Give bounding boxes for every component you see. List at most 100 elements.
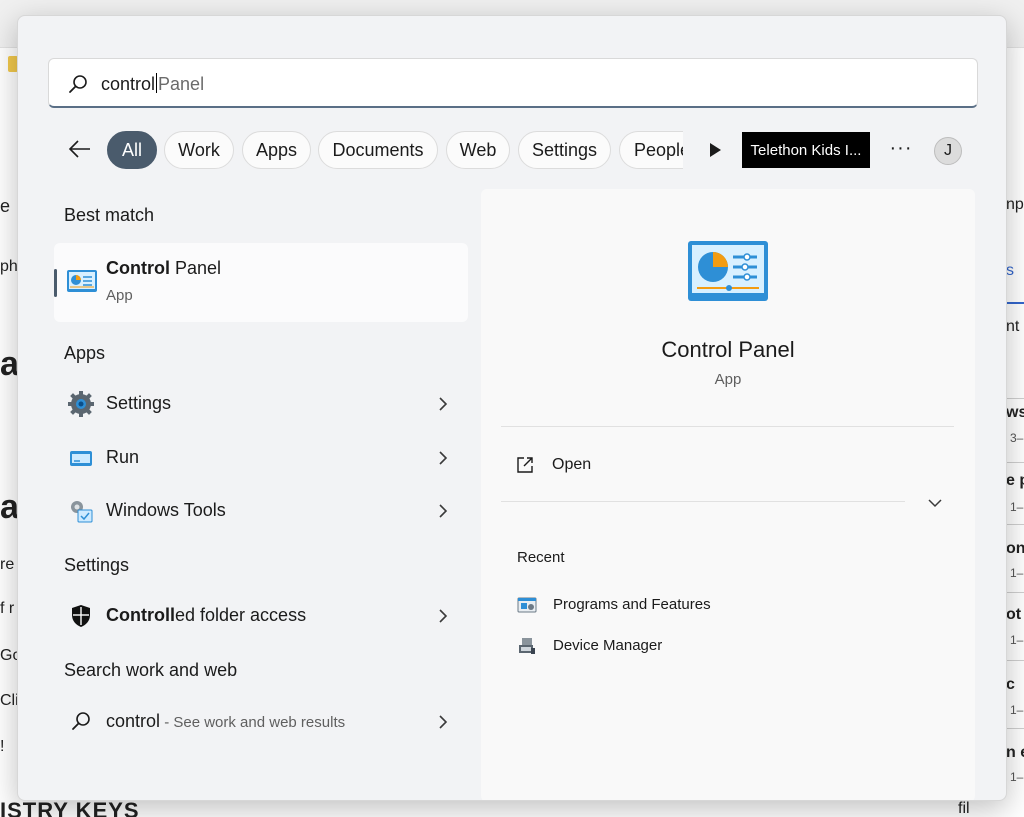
settings-gear-icon: [68, 391, 94, 417]
results-list: Best match Control Panel App Apps Settin…: [18, 186, 478, 800]
background-text: ph: [0, 258, 18, 275]
back-arrow-icon[interactable]: [66, 135, 94, 163]
background-text: on: [1006, 540, 1024, 557]
background-text: c: [1006, 676, 1015, 693]
background-divider: [1004, 592, 1024, 593]
search-suggestion: Panel: [158, 74, 205, 94]
search-filter-bar: All Work Apps Documents Web Settings Peo…: [58, 129, 998, 171]
setting-result-controlled-folder-access[interactable]: Controlled folder access: [64, 595, 454, 635]
chevron-right-icon: [439, 397, 448, 411]
background-text: 1–: [1010, 703, 1024, 717]
web-search-result[interactable]: control - See work and web results: [64, 701, 454, 741]
best-match-control-panel[interactable]: Control Panel App: [54, 243, 468, 322]
background-text: 1–: [1010, 500, 1024, 514]
background-text: npo: [1006, 196, 1024, 213]
web-search-query: control: [106, 711, 161, 731]
background-text: 1–: [1010, 633, 1024, 647]
background-text: ot: [1006, 606, 1022, 623]
filter-chip-all[interactable]: All: [107, 131, 157, 169]
background-divider: [1004, 398, 1024, 399]
background-text: nt: [1006, 318, 1020, 335]
control-panel-large-icon: [688, 241, 768, 301]
run-icon: [70, 451, 92, 466]
background-text: n e: [1006, 744, 1024, 761]
more-options-button[interactable]: ···: [888, 136, 914, 164]
details-divider: [501, 501, 905, 502]
app-result-label: Run: [106, 447, 140, 467]
windows-search-panel: control Panel All Work Apps Documents Web…: [17, 15, 1007, 801]
settings-heading: Settings: [64, 555, 130, 575]
setting-result-highlight: Controll: [106, 605, 175, 625]
open-action[interactable]: Open: [515, 453, 715, 479]
background-divider: [1004, 462, 1024, 463]
programs-and-features-icon: [517, 597, 537, 613]
background-text: re: [0, 556, 15, 573]
device-manager-icon: [519, 638, 535, 654]
background-text: 1–: [1010, 566, 1024, 580]
chevron-right-icon: [439, 715, 448, 729]
open-external-icon: [517, 457, 533, 473]
app-result-settings[interactable]: Settings: [64, 383, 454, 423]
open-action-label: Open: [552, 456, 592, 473]
background-divider: [1004, 660, 1024, 661]
best-match-name-rest: Panel: [169, 258, 222, 278]
recent-item-label: Device Manager: [553, 637, 663, 654]
details-divider: [501, 426, 954, 427]
apps-heading: Apps: [64, 343, 106, 363]
best-match-heading: Best match: [64, 205, 155, 225]
app-result-label: Windows Tools: [106, 500, 226, 520]
chevron-right-icon: [439, 451, 448, 465]
text-caret: [156, 73, 158, 93]
filter-chip-documents[interactable]: Documents: [318, 131, 438, 169]
search-icon: [72, 712, 90, 730]
best-match-type: App: [106, 287, 133, 304]
scroll-right-icon[interactable]: [705, 140, 725, 160]
details-app-type: App: [714, 371, 742, 388]
search-input[interactable]: control Panel: [48, 58, 978, 108]
filter-chip-settings[interactable]: Settings: [518, 131, 611, 169]
filter-chip-web[interactable]: Web: [446, 131, 510, 169]
filter-chip-people[interactable]: People: [619, 131, 683, 169]
best-match-name-highlight: Control: [106, 258, 170, 278]
background-text: s: [1006, 262, 1014, 279]
details-app-name: Control Panel: [661, 337, 795, 362]
recent-item-label: Programs and Features: [553, 596, 711, 613]
recent-item-device-manager[interactable]: Device Manager: [517, 633, 817, 659]
background-text: 3–: [1010, 431, 1024, 445]
background-text: e p: [1006, 472, 1024, 489]
chevron-right-icon: [439, 504, 448, 518]
control-panel-icon: [67, 270, 97, 292]
web-search-label: control - See work and web results: [106, 711, 345, 732]
chevron-right-icon: [439, 609, 448, 623]
result-details-pane: Control Panel App Open Recent Programs a…: [481, 189, 975, 800]
org-account-chip[interactable]: Telethon Kids I...: [742, 132, 870, 168]
background-text: e: [0, 196, 11, 216]
app-result-windows-tools[interactable]: Windows Tools: [64, 490, 454, 530]
best-match-name: Control Panel: [106, 258, 221, 279]
background-text: fil: [958, 800, 970, 817]
search-typed-text: control: [101, 74, 156, 94]
background-text: ws: [1006, 404, 1024, 421]
search-web-heading: Search work and web: [64, 660, 238, 680]
search-icon: [69, 75, 87, 93]
recent-heading: Recent: [517, 549, 565, 566]
search-query: control Panel: [101, 73, 204, 95]
shield-icon: [72, 605, 90, 627]
background-divider: [1004, 728, 1024, 729]
app-result-run[interactable]: Run: [64, 437, 454, 477]
filter-chip-work[interactable]: Work: [164, 131, 234, 169]
background-divider: [1004, 302, 1024, 304]
windows-tools-icon: [71, 501, 93, 523]
recent-item-programs-and-features[interactable]: Programs and Features: [517, 592, 817, 618]
selection-indicator: [54, 269, 57, 297]
background-divider: [1004, 524, 1024, 525]
filter-chip-apps[interactable]: Apps: [242, 131, 311, 169]
user-avatar[interactable]: J: [934, 137, 962, 165]
background-text: 1–: [1010, 770, 1024, 784]
setting-result-label: Controlled folder access: [106, 605, 306, 626]
chevron-down-icon[interactable]: [927, 495, 943, 511]
app-result-label: Settings: [106, 393, 172, 413]
web-search-hint: - See work and web results: [160, 714, 346, 731]
setting-result-rest: ed folder access: [175, 605, 307, 625]
background-text: !: [0, 738, 5, 755]
